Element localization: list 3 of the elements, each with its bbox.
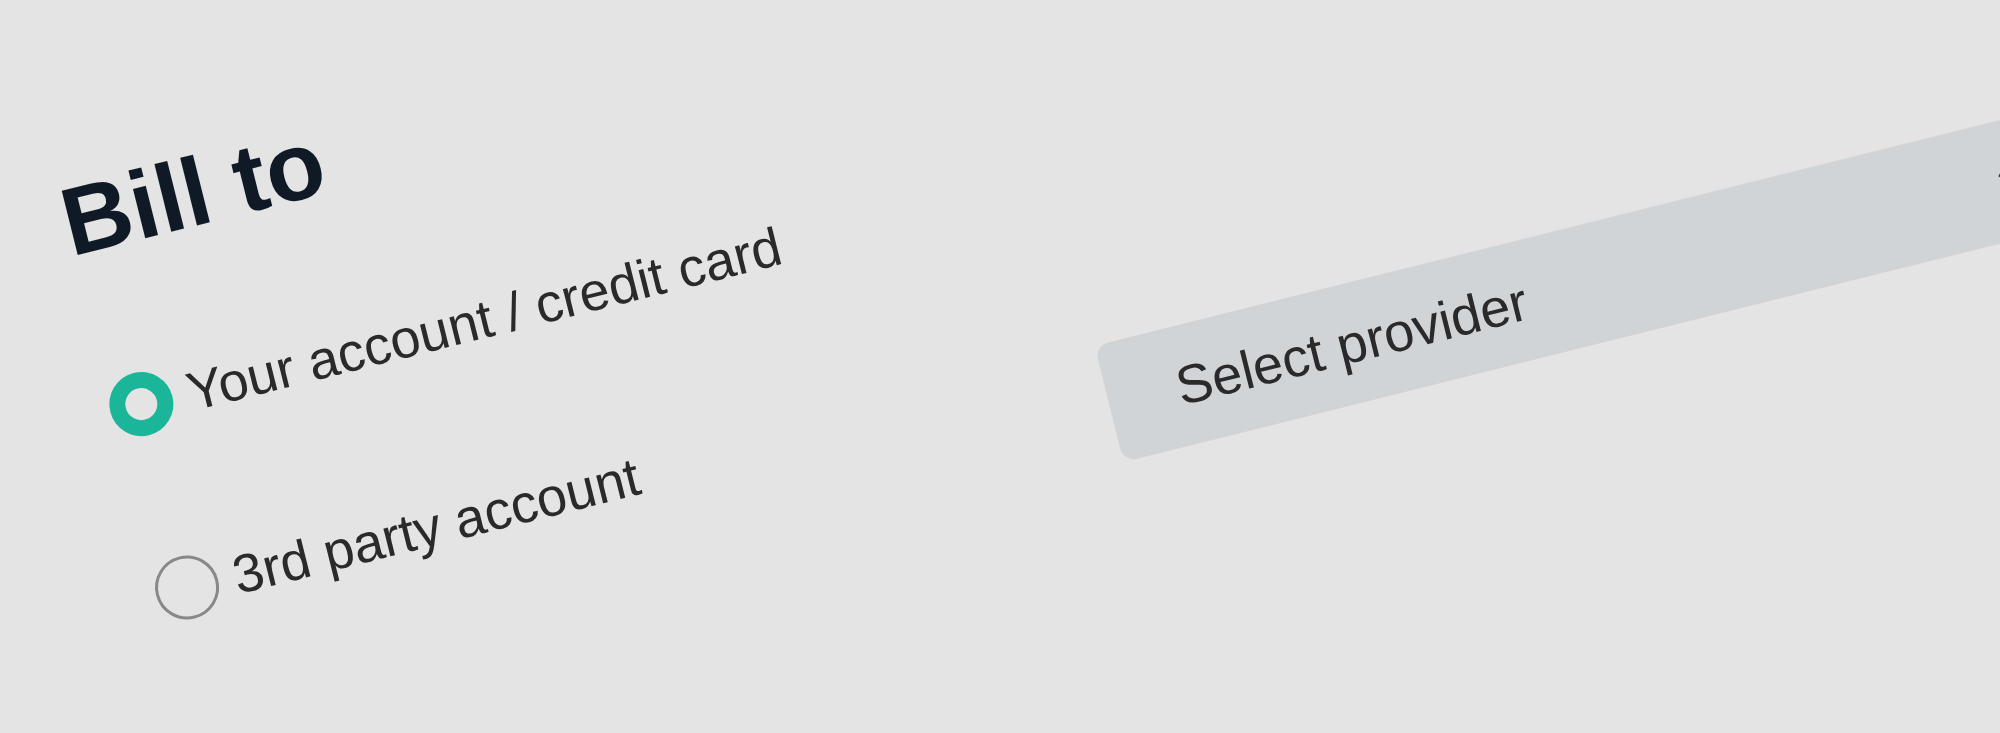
dropdown-placeholder: Select provider	[1169, 269, 1534, 418]
option-label[interactable]: 3rd party account	[226, 444, 646, 606]
section-heading: Bill to	[52, 113, 334, 272]
